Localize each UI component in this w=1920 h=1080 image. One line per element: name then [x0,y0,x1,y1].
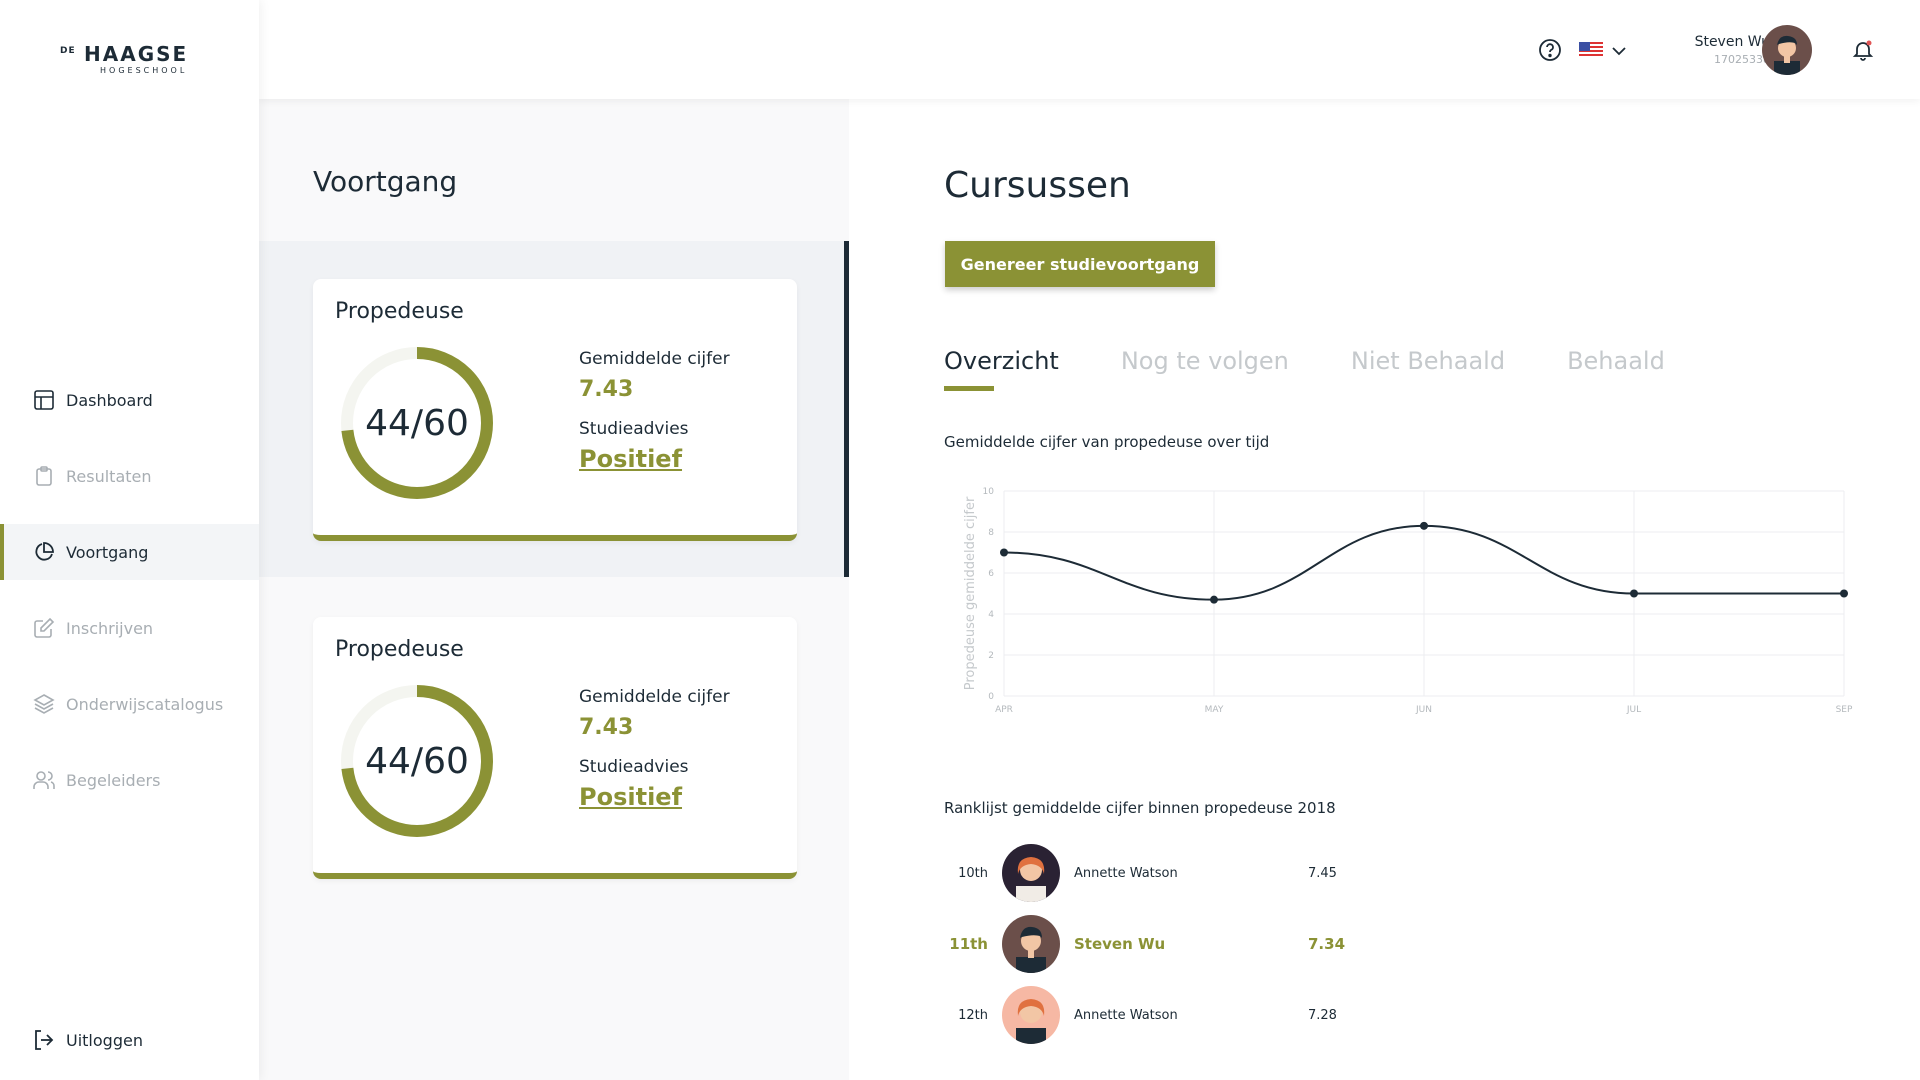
ranking-row-current-user[interactable]: 11th Steven Wu 7.34 [944,914,1444,974]
average-value: 7.43 [579,377,634,402]
sidebar-item-label: Dashboard [66,390,153,410]
rank-position: 11th [949,935,988,953]
rank-score: 7.28 [1308,1007,1337,1023]
y-tick-label: 2 [988,651,994,661]
pie-chart-icon [32,540,56,564]
card-title: Propedeuse [335,299,464,324]
progress-text: 44/60 [365,402,469,444]
x-tick-label: JUL [1626,705,1641,715]
average-value: 7.43 [579,715,634,740]
ranking-row[interactable]: 12th Annette Watson 7.28 [944,985,1444,1045]
us-flag-icon[interactable] [1579,42,1603,58]
logo-subtitle: HOGESCHOOL [100,66,188,75]
y-tick-label: 6 [988,569,994,579]
chevron-down-icon[interactable] [1611,43,1627,57]
rank-position: 10th [958,865,988,881]
advice-link[interactable]: Positief [579,445,682,473]
chart-title: Gemiddelde cijfer van propedeuse over ti… [944,433,1270,451]
data-point [1000,548,1008,557]
average-label: Gemiddelde cijfer [579,687,730,707]
advice-link[interactable]: Positief [579,783,682,811]
course-tabs: Overzicht Nog te volgen Niet Behaald Beh… [944,347,1727,391]
sidebar-item-label: Resultaten [66,466,152,486]
logout-icon [32,1028,56,1052]
tab-overzicht[interactable]: Overzicht [944,347,1059,391]
y-tick-label: 4 [988,610,994,620]
logo-name: HAAGSE [84,42,189,66]
sidebar-item-resultaten[interactable]: Resultaten [0,448,259,504]
rank-position: 12th [958,1007,988,1023]
advice-label: Studieadvies [579,757,689,777]
logout-button[interactable]: Uitloggen [32,1028,143,1052]
user-name: Steven Wu [1694,34,1770,50]
help-icon[interactable] [1537,37,1563,63]
data-point [1210,595,1218,604]
x-tick-label: APR [995,705,1013,715]
sidebar-item-dashboard[interactable]: Dashboard [0,372,259,428]
page-title: Voortgang [313,165,458,198]
generate-progress-button[interactable]: Genereer studievoortgang [945,241,1215,287]
sidebar-item-label: Begeleiders [66,770,161,790]
edit-icon [32,616,56,640]
rank-name: Steven Wu [1074,935,1166,953]
rank-score: 7.34 [1308,935,1346,953]
sidebar-item-label: Inschrijven [66,618,154,638]
logo[interactable]: DE HAAGSE HOGESCHOOL [60,42,210,82]
x-tick-label: MAY [1205,705,1224,715]
grade-line-chart: 0 2 4 6 8 10 APR MAY JUN JUL SEP Propedeuse gemidde… [963,487,1853,715]
progress-panel: Voortgang Propedeuse 44/60 Gemiddelde ci… [259,99,849,1080]
y-tick-label: 8 [988,528,994,538]
rank-score: 7.45 [1308,865,1337,881]
progress-card[interactable]: Propedeuse 44/60 Gemiddelde cijfer 7.43 … [313,279,797,541]
sidebar-item-onderwijscatalogus[interactable]: Onderwijscatalogus [0,676,259,732]
courses-panel: Cursussen Genereer studievoortgang Overz… [849,99,1920,1080]
users-icon [32,768,56,792]
bell-icon[interactable] [1851,38,1875,62]
logout-label: Uitloggen [66,1030,143,1050]
data-point [1630,589,1638,598]
sidebar-item-inschrijven[interactable]: Inschrijven [0,600,259,656]
x-tick-label: JUN [1415,705,1432,715]
advice-label: Studieadvies [579,419,689,439]
y-tick-label: 10 [983,487,995,497]
data-point [1840,589,1848,598]
x-tick-label: SEP [1836,705,1853,715]
rank-name: Annette Watson [1074,1007,1178,1023]
sidebar-item-voortgang[interactable]: Voortgang [0,524,259,580]
sidebar-nav: Dashboard Resultaten Voortgang Inschrijv… [0,372,259,828]
avatar[interactable] [1762,25,1812,75]
ranking-title: Ranklijst gemiddelde cijfer binnen prope… [944,799,1336,817]
rank-name: Annette Watson [1074,865,1178,881]
sidebar-item-label: Voortgang [66,542,149,562]
progress-text: 44/60 [365,740,469,782]
clipboard-icon [32,464,56,488]
average-label: Gemiddelde cijfer [579,349,730,369]
section-title: Cursussen [944,165,1131,206]
logo-prefix: DE [60,46,76,56]
avatar [1002,915,1060,973]
sidebar-item-label: Onderwijscatalogus [66,694,224,714]
y-tick-label: 0 [988,692,994,702]
top-header: Steven Wu 17025338 [259,0,1920,99]
data-point [1420,521,1428,530]
layers-icon [32,692,56,716]
card-title: Propedeuse [335,637,464,662]
sidebar: DE HAAGSE HOGESCHOOL Dashboard Resultate… [0,0,259,1080]
sidebar-item-begeleiders[interactable]: Begeleiders [0,752,259,808]
avatar [1002,844,1060,902]
avatar [1002,986,1060,1044]
tab-nog-te-volgen[interactable]: Nog te volgen [1121,347,1289,391]
tab-behaald[interactable]: Behaald [1567,347,1665,391]
progress-card[interactable]: Propedeuse 44/60 Gemiddelde cijfer 7.43 … [313,617,797,879]
ranking-row[interactable]: 10th Annette Watson 7.45 [944,843,1444,903]
layout-icon [32,388,56,412]
y-axis-label: Propedeuse gemiddelde cijfer [963,496,978,690]
tab-niet-behaald[interactable]: Niet Behaald [1351,347,1505,391]
